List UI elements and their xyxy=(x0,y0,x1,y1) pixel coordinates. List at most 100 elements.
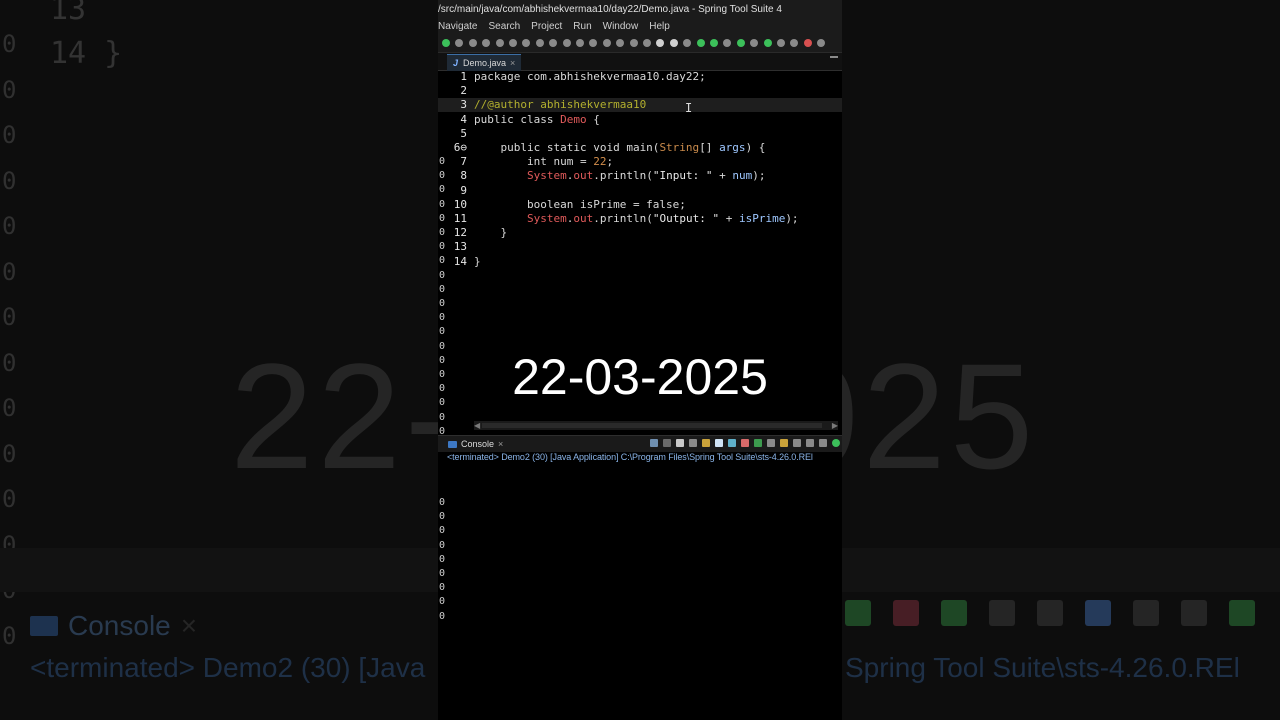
code-line[interactable]: 2 xyxy=(438,84,842,98)
menu-item-project[interactable]: Project xyxy=(531,21,562,32)
line-number: 11 xyxy=(453,212,467,225)
menu-item-help[interactable]: Help xyxy=(649,21,670,32)
toolbar-icon[interactable] xyxy=(656,39,665,47)
gutter-marker: 0 xyxy=(439,568,446,579)
minimize-icon[interactable] xyxy=(806,439,814,447)
gutter-marker: 0 xyxy=(439,525,446,537)
toolbar-icon[interactable] xyxy=(616,39,625,47)
toolbar-icon[interactable] xyxy=(509,39,517,47)
toolbar-icon[interactable] xyxy=(442,39,450,47)
toolbar-icon[interactable] xyxy=(736,39,745,47)
view-menu-icon[interactable] xyxy=(793,439,801,447)
code-line[interactable]: 7 int num = 22; xyxy=(438,155,842,169)
open-console-icon[interactable] xyxy=(780,439,788,447)
toolbar-icon[interactable] xyxy=(683,39,692,47)
toolbar-icon[interactable] xyxy=(455,39,464,47)
toolbar-icon[interactable] xyxy=(710,39,718,47)
toolbar-icon[interactable] xyxy=(763,39,772,47)
code-line[interactable]: 13 xyxy=(438,240,842,254)
relaunch-icon[interactable] xyxy=(650,439,658,447)
code-line[interactable]: 1 package com.abhishekvermaa10.day22; xyxy=(438,70,842,84)
pin-console-icon[interactable] xyxy=(754,439,762,447)
scroll-left-icon[interactable]: ◀ xyxy=(474,421,480,430)
line-number: 9 xyxy=(460,183,467,197)
editor-tab-label: Demo.java xyxy=(463,58,507,68)
line-number: 6⊖ xyxy=(453,141,467,154)
menu-item-navigate[interactable]: Navigate xyxy=(438,21,477,32)
close-icon[interactable]: × xyxy=(510,58,515,68)
toolbar-icon[interactable] xyxy=(549,39,558,47)
line-number: 2 xyxy=(460,84,467,98)
toolbar-icon[interactable] xyxy=(777,39,785,47)
show-on-error-icon[interactable] xyxy=(741,439,749,447)
line-number: 10 xyxy=(453,197,467,211)
console-toolbar xyxy=(650,439,840,447)
toolbar-icon[interactable] xyxy=(723,39,732,47)
ide-window: /src/main/java/com/abhishekvermaa10/day2… xyxy=(438,0,842,720)
code-line[interactable]: 9 xyxy=(438,184,842,198)
toolbar-icon[interactable] xyxy=(576,39,584,47)
menu-item-window[interactable]: Window xyxy=(603,21,639,32)
toolbar-icon[interactable] xyxy=(790,39,799,47)
toolbar-icon[interactable] xyxy=(629,39,638,47)
terminate-icon[interactable] xyxy=(663,439,671,447)
toolbar-icon[interactable] xyxy=(643,39,651,47)
java-file-icon: J xyxy=(453,58,459,68)
minimize-icon[interactable] xyxy=(830,56,838,63)
scroll-lock-icon[interactable] xyxy=(715,439,723,447)
maximize-icon[interactable] xyxy=(819,439,827,447)
code-line[interactable]: 8 System.out.println("Input: " + num); xyxy=(438,169,842,183)
code-line[interactable]: 3 //@author abhishekvermaa10 xyxy=(438,98,842,113)
scroll-right-icon[interactable]: ▶ xyxy=(832,421,838,430)
display-console-icon[interactable] xyxy=(767,439,775,447)
gutter-marker: 0 xyxy=(439,610,446,622)
toolbar-icon[interactable] xyxy=(803,39,812,47)
toolbar-icon[interactable] xyxy=(535,39,544,47)
code-line[interactable]: 10 boolean isPrime = false; xyxy=(438,198,842,212)
text-cursor-icon: I xyxy=(685,101,693,115)
close-icon[interactable]: × xyxy=(498,437,503,452)
remove-all-icon[interactable] xyxy=(689,439,697,447)
remove-launch-icon[interactable] xyxy=(676,439,684,447)
code-line[interactable]: 6⊖ public static void main(String[] args… xyxy=(438,141,842,155)
code-line[interactable]: 12 } xyxy=(438,226,842,240)
line-number: 7 xyxy=(460,155,467,169)
toolbar-icon[interactable] xyxy=(562,39,571,47)
editor-tab-demo-java[interactable]: J Demo.java × xyxy=(447,54,522,71)
code-text: //@author abhishekvermaa10 xyxy=(474,98,647,112)
menu-item-run[interactable]: Run xyxy=(573,21,591,32)
gutter-marker: 0 xyxy=(439,298,446,309)
gutter-marker: 0 xyxy=(439,326,446,338)
toolbar-icon[interactable] xyxy=(750,39,759,47)
code-line[interactable]: 11 System.out.println("Output: " + isPri… xyxy=(438,212,842,226)
word-wrap-icon[interactable] xyxy=(728,439,736,447)
editor-tab-bar: J Demo.java × xyxy=(438,53,842,71)
menu-item-search[interactable]: Search xyxy=(488,21,520,32)
gutter-marker: 0 xyxy=(439,582,446,594)
toolbar-icon[interactable] xyxy=(696,39,705,47)
toolbar-icon[interactable] xyxy=(482,39,491,47)
horizontal-scrollbar[interactable]: ◀ ▶ xyxy=(474,421,838,430)
code-text: public static void main(String[] args) { xyxy=(474,141,766,154)
toolbar-icon[interactable] xyxy=(669,39,678,47)
line-number: 8 xyxy=(460,169,467,183)
console-status: <terminated> Demo2 (30) [Java Applicatio… xyxy=(447,452,813,462)
scroll-thumb[interactable] xyxy=(482,423,822,428)
toolbar-icon[interactable] xyxy=(495,39,504,47)
window-title: /src/main/java/com/abhishekvermaa10/day2… xyxy=(438,0,842,20)
code-line[interactable]: 4 public class Demo { xyxy=(438,113,842,127)
console-tab[interactable]: Console × xyxy=(448,437,503,452)
code-text: System.out.println("Output: " + isPrime)… xyxy=(526,212,799,225)
toolbar-icon[interactable] xyxy=(602,39,611,47)
toolbar-icon[interactable] xyxy=(589,39,598,47)
code-text: int num = 22; xyxy=(474,155,614,169)
toolbar-icon[interactable] xyxy=(817,39,826,47)
clear-console-icon[interactable] xyxy=(702,439,710,447)
code-line[interactable]: 5 xyxy=(438,127,842,141)
toolbar-icon[interactable] xyxy=(468,39,477,47)
code-line[interactable]: 14} xyxy=(438,255,842,269)
menu-bar: Navigate Search Project Run Window Help xyxy=(438,19,842,34)
status-icon xyxy=(832,439,840,447)
line-number: 13 xyxy=(453,240,467,254)
toolbar-icon[interactable] xyxy=(522,39,531,47)
